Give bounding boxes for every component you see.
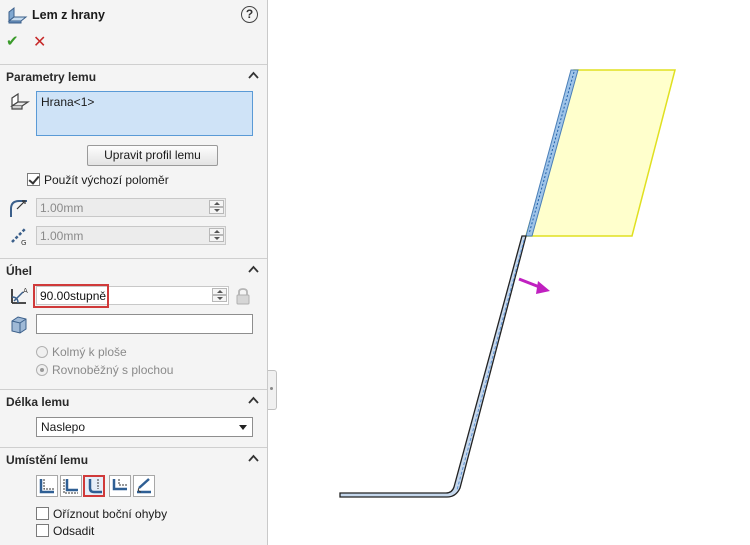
- trim-side-bends-label: Oříznout boční ohyby: [53, 507, 168, 521]
- bend-radius-icon: [8, 197, 30, 222]
- edge-flange-icon: [6, 6, 28, 29]
- dropdown-arrow-icon: [239, 425, 247, 430]
- trim-side-bends-checkbox[interactable]: [36, 507, 49, 520]
- parallel-to-face-radio[interactable]: [36, 364, 48, 376]
- flange-angle-stepper[interactable]: [212, 288, 227, 303]
- cancel-button[interactable]: ✕: [33, 32, 46, 52]
- flange-position-icon: [112, 479, 127, 491]
- offset-checkbox[interactable]: [36, 524, 49, 537]
- section-delka-label: Délka lemu: [6, 395, 70, 409]
- bend-radius-field[interactable]: 1.00mm: [36, 198, 226, 217]
- gap-distance-field[interactable]: 1.00mm: [36, 226, 226, 245]
- section-uhel-header[interactable]: Úhel: [0, 258, 267, 281]
- ok-button[interactable]: ✔: [6, 32, 19, 50]
- section-uhel-label: Úhel: [6, 264, 33, 278]
- chevron-up-icon[interactable]: [248, 265, 259, 274]
- property-manager-panel: Lem z hrany ? ✔ ✕ Parametry lemu Hrana<1…: [0, 0, 268, 545]
- position-bend-outside-button[interactable]: [83, 475, 105, 497]
- parallel-to-face-label: Rovnoběžný s plochou: [52, 363, 174, 377]
- offset-label: Odsadit: [53, 524, 95, 538]
- section-parametry-label: Parametry lemu: [6, 70, 97, 84]
- help-icon[interactable]: ?: [241, 6, 258, 23]
- flange-position-icon: [137, 478, 151, 494]
- flange-position-icon: [88, 479, 102, 494]
- bend-radius-value: 1.00mm: [40, 201, 84, 215]
- angle-icon: A: [8, 285, 30, 310]
- position-material-inside-button[interactable]: [36, 475, 58, 497]
- position-bend-from-virtual-sharp-button[interactable]: [109, 475, 131, 497]
- edit-flange-profile-button[interactable]: Upravit profil lemu: [87, 145, 218, 166]
- panel-splitter-handle[interactable]: [268, 370, 277, 410]
- title-bar: Lem z hrany ?: [6, 5, 262, 27]
- flange-position-icon: [63, 479, 78, 494]
- flange-length-select[interactable]: Naslepo: [36, 417, 253, 437]
- direction-arrow-icon[interactable]: [536, 281, 550, 294]
- chevron-up-icon[interactable]: [248, 396, 259, 405]
- perpendicular-to-face-radio[interactable]: [36, 346, 48, 358]
- use-default-radius-checkbox[interactable]: [27, 173, 40, 186]
- perpendicular-to-face-label: Kolmý k ploše: [52, 345, 127, 359]
- section-umisteni-header[interactable]: Umístění lemu: [0, 447, 267, 470]
- svg-text:G: G: [21, 239, 26, 247]
- graphics-viewport[interactable]: [278, 0, 750, 545]
- face-reference-icon: [8, 313, 30, 338]
- flange-length-value: Naslepo: [41, 420, 86, 434]
- position-material-outside-button[interactable]: [60, 475, 82, 497]
- edge-select-icon: [8, 92, 30, 115]
- gap-distance-value: 1.00mm: [40, 229, 84, 243]
- flange-position-icon: [39, 479, 54, 494]
- svg-text:A: A: [23, 287, 28, 295]
- section-umisteni-label: Umístění lemu: [6, 453, 89, 467]
- chevron-up-icon[interactable]: [248, 454, 259, 463]
- gap-distance-stepper[interactable]: [209, 228, 224, 243]
- bend-radius-stepper[interactable]: [209, 200, 224, 215]
- gap-icon: G: [8, 225, 30, 250]
- section-delka-header[interactable]: Délka lemu: [0, 389, 267, 412]
- section-parametry-header[interactable]: Parametry lemu: [0, 64, 267, 87]
- reference-face-field[interactable]: [36, 314, 253, 334]
- use-default-radius-label: Použít výchozí poloměr: [44, 173, 169, 187]
- sheet-metal-part: [339, 235, 527, 498]
- panel-title: Lem z hrany: [32, 8, 105, 22]
- edge-selection-list[interactable]: Hrana<1>: [36, 91, 253, 136]
- position-tangent-to-bend-button[interactable]: [133, 475, 155, 497]
- lock-icon[interactable]: [234, 287, 252, 308]
- edge-selection-item[interactable]: Hrana<1>: [41, 95, 94, 109]
- chevron-up-icon[interactable]: [248, 71, 259, 80]
- angle-highlight-frame: [33, 284, 109, 308]
